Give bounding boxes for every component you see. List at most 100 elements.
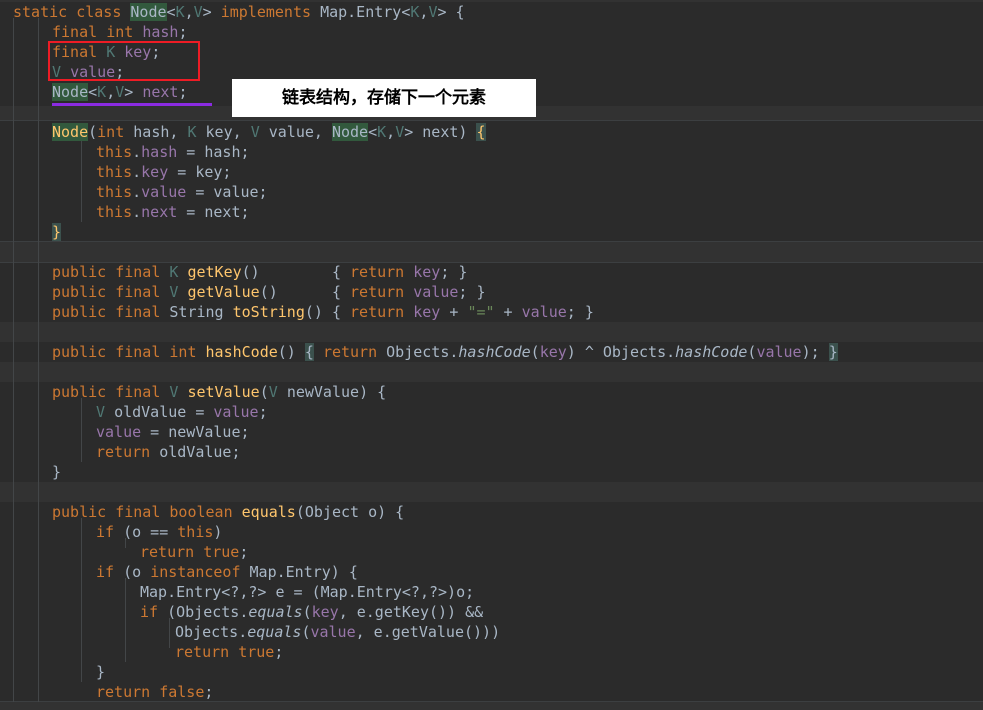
code-token: return — [350, 303, 414, 321]
code-line[interactable]: this.hash = hash; — [0, 142, 250, 162]
code-token: = hash; — [177, 143, 250, 161]
code-token: K — [187, 123, 206, 141]
code-line[interactable]: if (Objects.equals(key, e.getKey()) && — [0, 602, 483, 622]
code-token: ; — [258, 403, 268, 421]
code-token: < — [88, 83, 98, 101]
code-token: { — [476, 123, 486, 141]
code-token: implements — [220, 3, 321, 21]
code-token: hash — [142, 23, 179, 41]
annotation-tooltip: 链表结构，存储下一个元素 — [232, 79, 536, 117]
code-token: oldValue; — [159, 443, 241, 461]
highlight-band — [0, 482, 983, 502]
code-token: , — [184, 3, 194, 21]
code-token: oldValue = — [114, 403, 214, 421]
code-token: + — [494, 303, 522, 321]
code-token: { — [304, 343, 314, 361]
code-token: < — [166, 3, 176, 21]
code-token: , e.getValue())) — [355, 623, 501, 641]
code-token: hash — [141, 143, 178, 161]
code-token: return — [96, 443, 160, 461]
code-token: int — [169, 343, 206, 361]
code-editor[interactable]: static class Node<K,V> implements Map.En… — [0, 0, 983, 710]
code-token: ; } — [458, 283, 486, 301]
code-token: = next; — [177, 203, 250, 221]
code-token: setValue — [187, 383, 260, 401]
code-line[interactable]: Objects.equals(value, e.getValue())) — [0, 622, 500, 642]
code-line[interactable]: } — [0, 662, 105, 682]
code-token: ( — [530, 343, 540, 361]
red-annotation-box — [48, 41, 200, 81]
code-line[interactable]: } — [0, 462, 61, 482]
code-token: ); — [801, 343, 829, 361]
code-line[interactable]: V oldValue = value; — [0, 402, 268, 422]
code-token: String — [169, 303, 233, 321]
code-token: . — [132, 203, 142, 221]
code-line[interactable]: public final int hashCode() { return Obj… — [0, 342, 838, 362]
highlight-band — [0, 702, 983, 710]
code-token: next — [422, 123, 459, 141]
code-token: } — [96, 663, 106, 681]
code-token: Node — [52, 123, 89, 141]
code-token: true — [203, 543, 240, 561]
code-token: value — [310, 623, 356, 641]
code-token: K — [175, 3, 185, 21]
code-token: = value; — [186, 183, 268, 201]
code-line[interactable]: static class Node<K,V> implements Map.En… — [0, 2, 465, 22]
code-token: final — [52, 23, 107, 41]
code-token: final — [115, 263, 170, 281]
code-token: > — [404, 123, 423, 141]
code-line[interactable]: public final V getValue() { return value… — [0, 282, 486, 302]
code-token: hashCode — [675, 343, 748, 361]
code-line[interactable]: if (o instanceof Map.Entry) { — [0, 562, 358, 582]
code-token: int — [106, 23, 143, 41]
code-line[interactable]: Node<K,V> next; — [0, 82, 187, 102]
code-token: instanceof — [150, 563, 250, 581]
code-token: ( — [88, 123, 98, 141]
highlight-band — [0, 322, 983, 342]
code-line[interactable]: this.key = key; — [0, 162, 231, 182]
code-token: value — [213, 403, 259, 421]
code-token: Node — [331, 123, 369, 141]
code-line[interactable]: public final V setValue(V newValue) { — [0, 382, 386, 402]
code-token: (o — [123, 563, 151, 581]
code-line[interactable]: public final String toString() { return … — [0, 302, 594, 322]
code-token: this — [96, 203, 133, 221]
code-token: ; — [178, 23, 188, 41]
code-token: key — [205, 123, 233, 141]
code-token: int — [97, 123, 134, 141]
code-line[interactable]: return true; — [0, 642, 283, 662]
code-token: = newValue; — [141, 423, 250, 441]
code-token: if — [96, 563, 124, 581]
code-token: (Objects. — [167, 603, 249, 621]
code-token: , — [386, 123, 396, 141]
code-token: () — [277, 343, 305, 361]
code-line[interactable]: return oldValue; — [0, 442, 241, 462]
code-token: value — [413, 283, 459, 301]
code-token: equals — [248, 603, 303, 621]
code-line[interactable]: } — [0, 222, 62, 242]
code-token: ; — [178, 83, 188, 101]
code-line[interactable]: this.value = value; — [0, 182, 268, 202]
code-token: < — [368, 123, 378, 141]
code-line[interactable]: value = newValue; — [0, 422, 250, 442]
code-line[interactable]: public final boolean equals(Object o) { — [0, 502, 404, 522]
code-token: class — [76, 3, 131, 21]
code-line[interactable]: Node(int hash, K key, V value, Node<K,V>… — [0, 122, 486, 142]
code-line[interactable]: return false; — [0, 682, 213, 702]
code-token: return — [96, 683, 160, 701]
code-token: hashCode — [458, 343, 531, 361]
code-token: > { — [437, 3, 465, 21]
code-token: Objects. — [175, 623, 248, 641]
code-line[interactable]: if (o == this) — [0, 522, 222, 542]
code-token: , — [313, 123, 332, 141]
code-line[interactable]: final int hash; — [0, 22, 187, 42]
code-line[interactable]: Map.Entry<?,?> e = (Map.Entry<?,?>)o; — [0, 582, 474, 602]
code-token: return — [350, 283, 414, 301]
code-line[interactable]: return true; — [0, 542, 248, 562]
code-line[interactable]: this.next = next; — [0, 202, 250, 222]
code-token: return — [350, 263, 414, 281]
code-token: V — [268, 383, 287, 401]
code-line[interactable]: public final K getKey() { return key; } — [0, 262, 467, 282]
code-token: value — [268, 123, 314, 141]
